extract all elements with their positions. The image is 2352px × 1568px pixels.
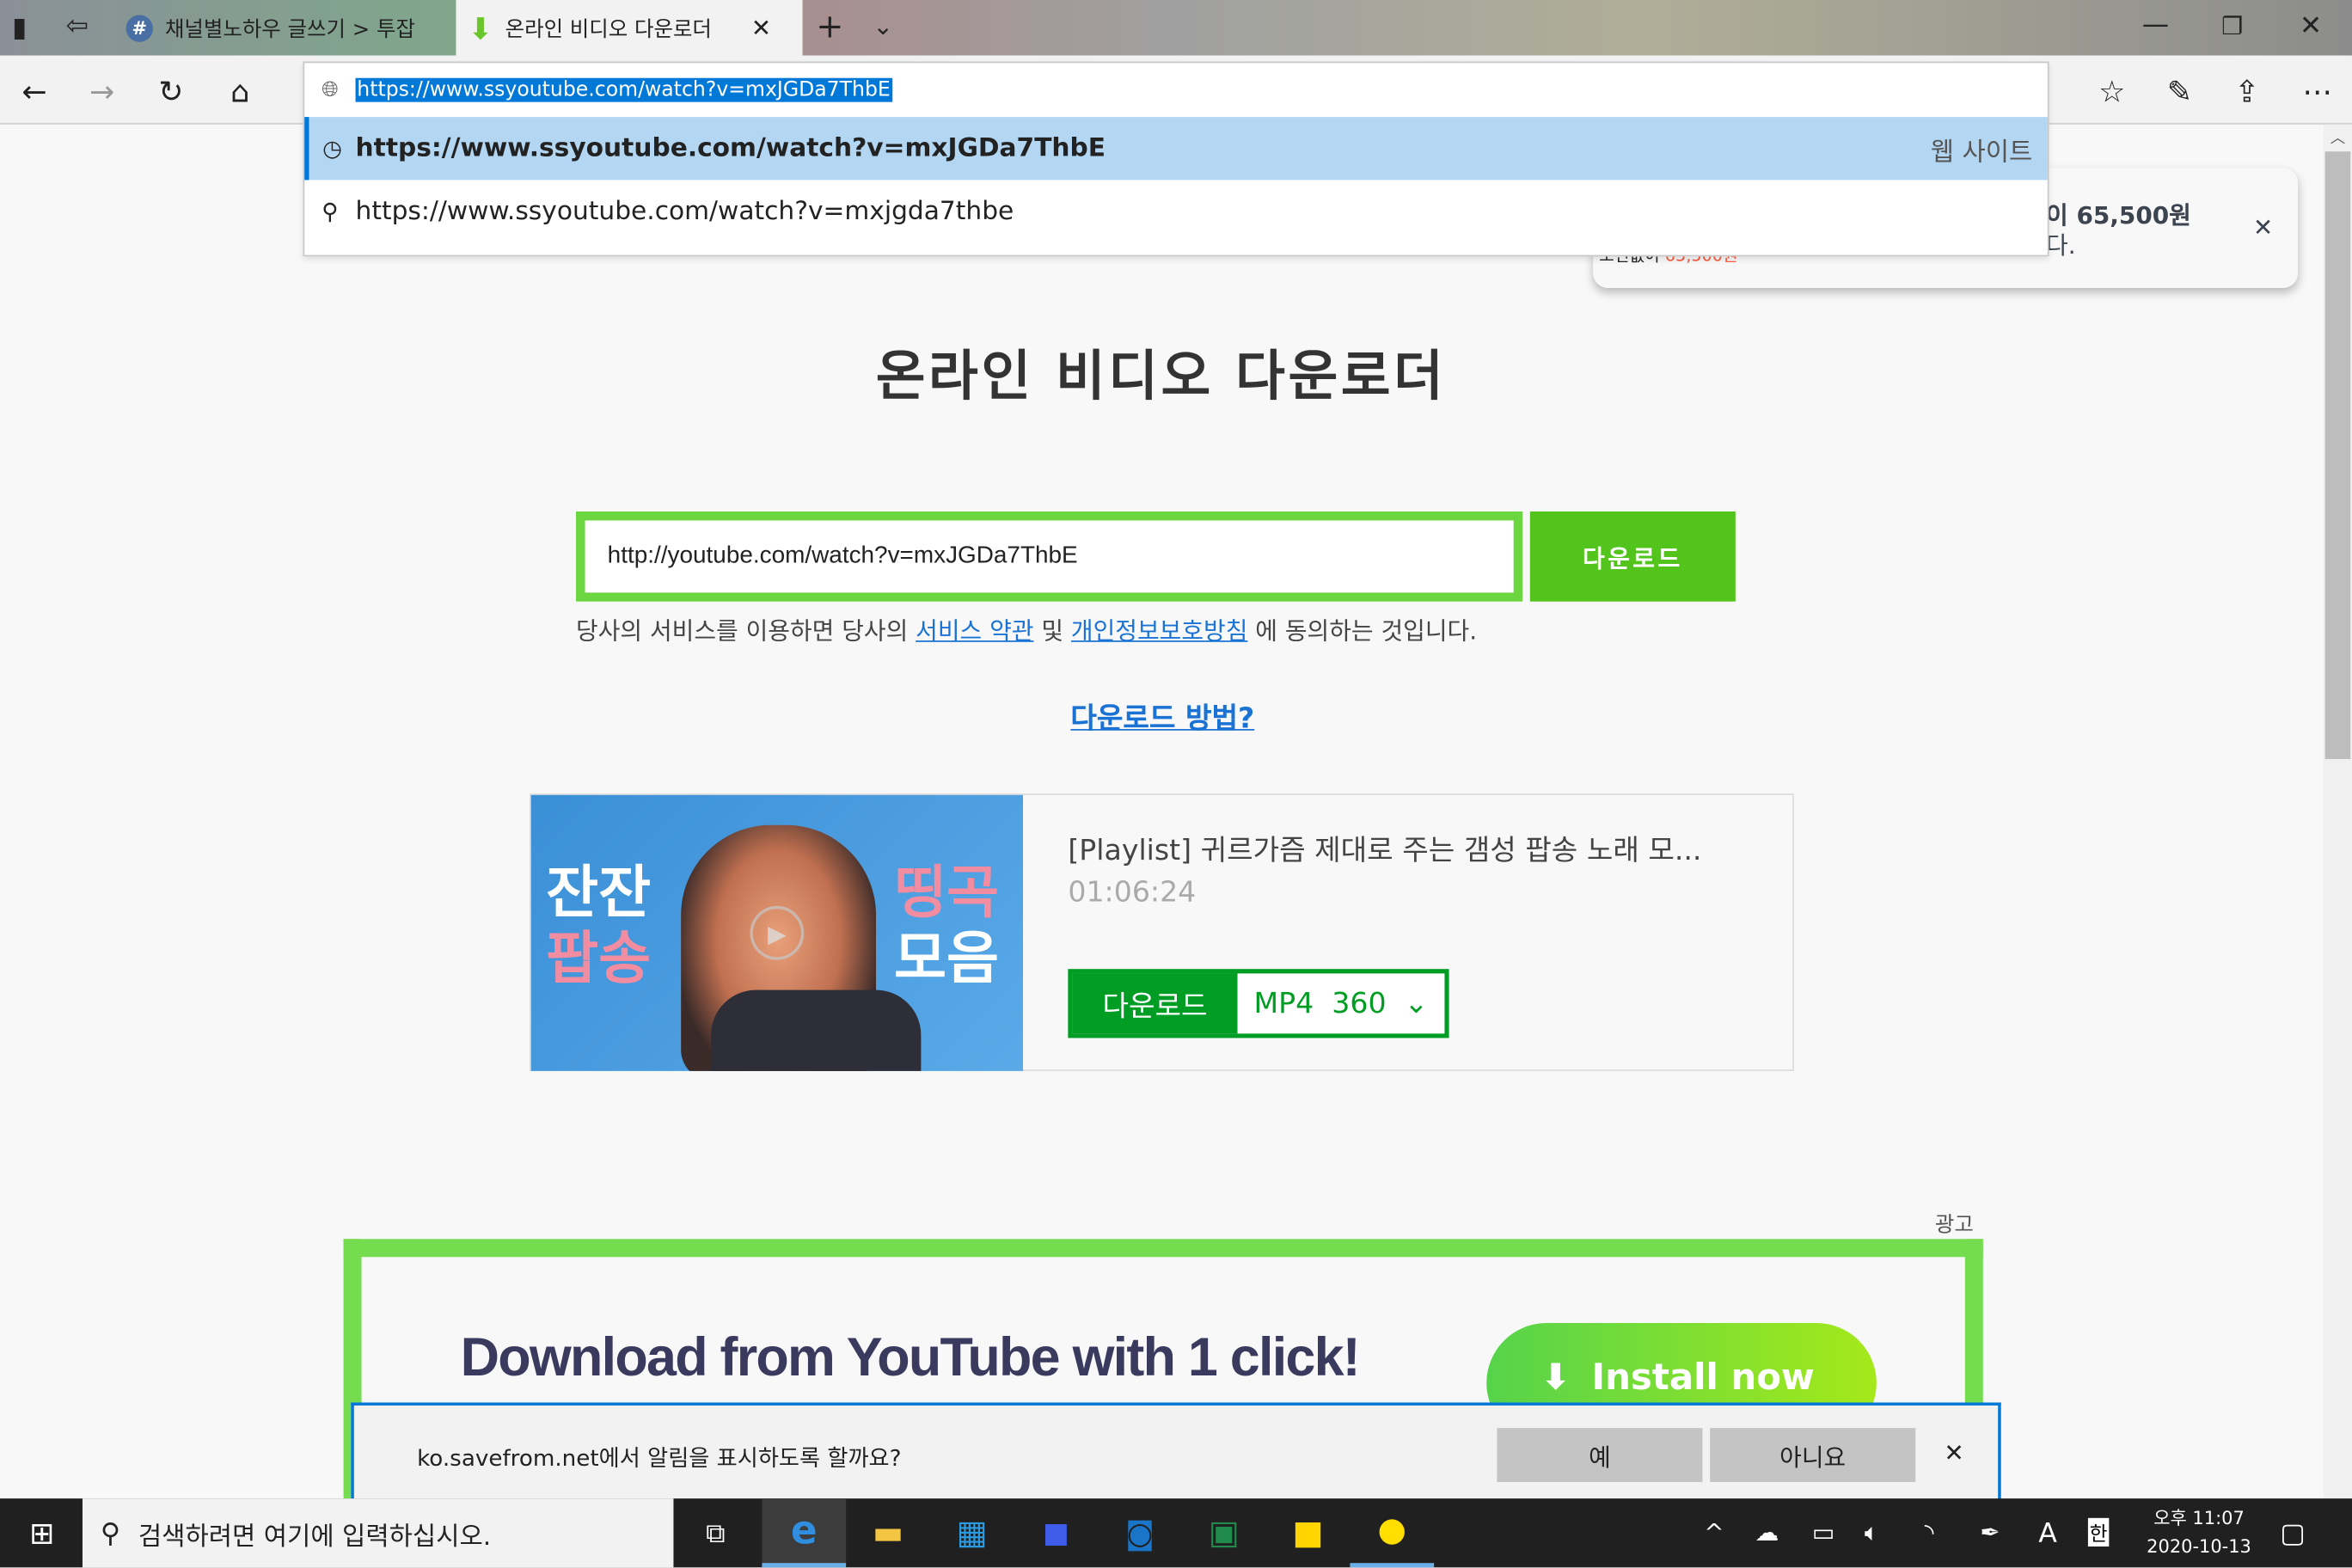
new-tab-icon[interactable]: +: [816, 9, 843, 46]
no-button[interactable]: 아니요: [1710, 1428, 1916, 1482]
address-bar-dropdown: 🌐︎ https://www.ssyoutube.com/watch?v=mxJ…: [303, 61, 2049, 257]
sticky-notes-icon[interactable]: ■: [1266, 1498, 1351, 1567]
refresh-icon[interactable]: ↻: [153, 74, 189, 110]
close-tab-icon[interactable]: ✕: [751, 14, 771, 42]
thumbnail-sweater: [711, 989, 922, 1071]
onedrive-icon[interactable]: ☁: [1755, 1518, 1779, 1547]
page-title: 온라인 비디오 다운로더: [875, 346, 1447, 408]
screen: ▮ ⇦ # 채널별노하우 글쓰기 > 투잡 ⬇ 온라인 비디오 다운로더 ✕ +…: [0, 0, 2352, 1568]
excel-icon[interactable]: ▣: [1182, 1498, 1266, 1567]
globe-icon: 🌐︎: [322, 77, 339, 102]
pen-icon[interactable]: ✎: [2161, 74, 2197, 110]
video-title: [Playlist] 귀르가즘 제대로 주는 갬성 팝송 노래 모...: [1068, 834, 1702, 867]
download-arrow-icon: ⬇: [468, 9, 493, 46]
scroll-up-icon[interactable]: ︿: [2324, 125, 2352, 151]
set-aside-tabs-icon[interactable]: ⇦: [66, 10, 89, 42]
tab-manager-icon[interactable]: ▮: [12, 12, 27, 44]
windows-start-icon[interactable]: ⊞: [0, 1498, 84, 1567]
play-icon[interactable]: ▶: [750, 905, 805, 960]
notification-permission-bar: ko.savefrom.net에서 알림을 표시하도록 할까요? 예 아니요 ✕: [351, 1402, 2001, 1500]
format-select[interactable]: MP4 360 ⌄: [1237, 973, 1445, 1034]
volume-icon[interactable]: 🔈︎: [1865, 1518, 1879, 1548]
scrollbar[interactable]: ︿: [2323, 124, 2352, 1499]
terms-of-service-link[interactable]: 서비스 약관: [916, 616, 1033, 645]
search-icon: ⚲: [322, 198, 339, 225]
chevron-down-icon[interactable]: ⌄: [873, 12, 893, 40]
yes-button[interactable]: 예: [1497, 1428, 1703, 1482]
close-window-icon[interactable]: ✕: [2300, 10, 2322, 42]
taskbar-search[interactable]: ⚲ 검색하려면 여기에 입력하십시오.: [82, 1498, 674, 1568]
minimize-icon[interactable]: —: [2142, 9, 2169, 40]
download-shield-icon: ⬇: [1540, 1356, 1571, 1399]
how-to-download-link[interactable]: 다운로드 방법?: [0, 696, 2325, 737]
forward-icon[interactable]: →: [84, 74, 120, 110]
suggestion-tag: 웹 사이트: [1930, 137, 2033, 168]
edge-icon[interactable]: e: [762, 1498, 847, 1568]
outlook-icon[interactable]: ◙: [1098, 1498, 1182, 1567]
scrollbar-thumb[interactable]: [2324, 151, 2351, 759]
share-icon[interactable]: ⇪: [2229, 74, 2265, 110]
tab-label: 온라인 비디오 다운로더: [505, 17, 712, 41]
whiteboard-icon[interactable]: ◼: [1014, 1498, 1099, 1567]
promo-line2: 다.: [2046, 230, 2076, 260]
download-button[interactable]: 다운로드: [1529, 511, 1736, 602]
file-explorer-icon[interactable]: ▬: [846, 1498, 930, 1567]
ime-indicator[interactable]: A: [2038, 1518, 2057, 1550]
video-thumbnail[interactable]: 잔잔 팝송 띵곡 모음 ▶: [530, 794, 1024, 1071]
video-download-group: 다운로드 MP4 360 ⌄: [1068, 969, 1449, 1038]
tab-label: 채널별노하우 글쓰기 > 투잡: [164, 17, 415, 41]
tab-bar: ▮ ⇦ # 채널별노하우 글쓰기 > 투잡 ⬇ 온라인 비디오 다운로더 ✕ +…: [0, 0, 2352, 56]
pen-workspace-icon[interactable]: ✒: [1980, 1518, 2000, 1547]
show-hidden-icons-icon[interactable]: ^: [1704, 1518, 1724, 1547]
more-icon[interactable]: ⋯: [2300, 74, 2336, 110]
home-icon[interactable]: ⌂: [222, 74, 258, 110]
close-icon[interactable]: ✕: [2253, 213, 2273, 242]
suggestion-item[interactable]: ◷ https://www.ssyoutube.com/watch?v=mxJG…: [304, 117, 2048, 181]
wifi-icon[interactable]: ◝: [1925, 1518, 1934, 1547]
tab-channel-howto[interactable]: # 채널별노하우 글쓰기 > 투잡: [114, 0, 456, 56]
ad-headline: Download from YouTube with 1 click!: [460, 1326, 1361, 1388]
video-url-input[interactable]: [585, 520, 1514, 593]
battery-icon[interactable]: ▭: [1812, 1518, 1834, 1547]
ad-label: 광고: [1934, 1213, 1974, 1238]
favorites-icon[interactable]: ☆: [2094, 74, 2130, 110]
address-input[interactable]: 🌐︎ https://www.ssyoutube.com/watch?v=mxJ…: [304, 63, 2048, 117]
close-icon[interactable]: ✕: [1944, 1438, 1963, 1467]
action-center-icon[interactable]: ▢: [2280, 1518, 2306, 1550]
tab-video-downloader[interactable]: ⬇ 온라인 비디오 다운로더 ✕: [456, 0, 803, 56]
kakaotalk-icon[interactable]: ●: [1350, 1498, 1435, 1568]
video-result-card: 잔잔 팝송 띵곡 모음 ▶ [Playlist] 귀르가즘 제대로 주는 갬성 …: [529, 793, 1794, 1071]
hashtag-icon: #: [126, 14, 153, 41]
address-text[interactable]: https://www.ssyoutube.com/watch?v=mxJGDa…: [355, 77, 892, 102]
search-icon: ⚲: [100, 1516, 120, 1549]
video-download-button[interactable]: 다운로드: [1072, 973, 1238, 1034]
task-view-icon[interactable]: ⧉: [673, 1498, 757, 1567]
clock[interactable]: 오후 11:07 2020-10-13: [2139, 1504, 2259, 1561]
url-input-wrapper: [576, 511, 1523, 602]
history-icon: ◷: [322, 135, 342, 162]
terms-text: 당사의 서비스를 이용하면 당사의 서비스 약관 및 개인정보보호방침 에 동의…: [576, 616, 1478, 646]
privacy-policy-link[interactable]: 개인정보보호방침: [1071, 616, 1247, 645]
calendar-icon[interactable]: ▦: [930, 1498, 1014, 1567]
hangul-indicator[interactable]: 한: [2087, 1517, 2110, 1547]
chevron-down-icon: ⌄: [1404, 987, 1429, 1020]
restore-icon[interactable]: ❐: [2221, 12, 2243, 40]
notification-message: ko.savefrom.net에서 알림을 표시하도록 할까요?: [417, 1444, 902, 1472]
taskbar: ⊞ ⚲ 검색하려면 여기에 입력하십시오. ⧉ e ▬ ▦ ◼ ◙ ▣ ■ ● …: [0, 1498, 2352, 1568]
back-icon[interactable]: ←: [16, 74, 52, 110]
suggestion-item[interactable]: ⚲ https://www.ssyoutube.com/watch?v=mxjg…: [304, 180, 2048, 242]
video-duration: 01:06:24: [1068, 876, 1197, 910]
